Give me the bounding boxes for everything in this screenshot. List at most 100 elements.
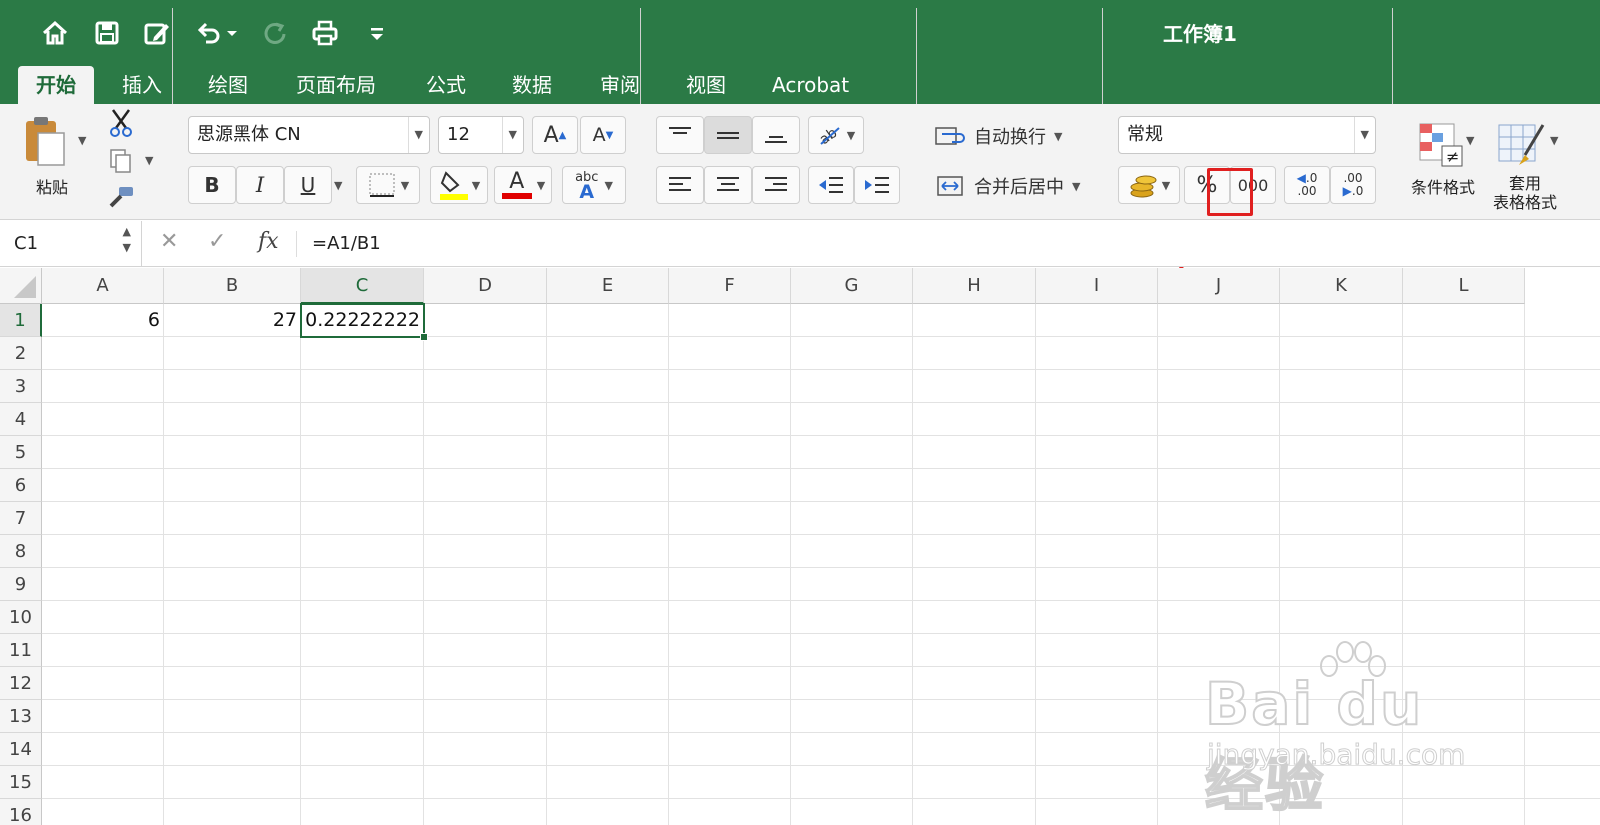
increase-indent-button[interactable] — [854, 166, 900, 204]
select-all-corner[interactable] — [0, 268, 42, 304]
paste-dropdown-icon[interactable]: ▼ — [78, 134, 86, 147]
row-header-4[interactable]: 4 — [0, 403, 42, 436]
number-format-combo[interactable]: 常规 ▼ — [1118, 116, 1376, 154]
increase-decimal-button[interactable]: ◀.0 .00 — [1284, 166, 1330, 204]
grid-line — [546, 304, 547, 825]
formula-input[interactable]: =A1/B1 — [312, 221, 381, 267]
chevron-down-icon[interactable]: ▼ — [501, 117, 517, 153]
italic-button[interactable]: I — [236, 166, 284, 204]
decrease-decimal-button[interactable]: .00 ▶.0 — [1330, 166, 1376, 204]
column-header-g[interactable]: G — [791, 268, 913, 304]
cancel-icon[interactable]: ✕ — [160, 229, 178, 254]
paste-icon[interactable] — [18, 112, 72, 170]
cell-a1[interactable]: 6 — [42, 304, 164, 337]
align-bottom-button[interactable] — [752, 116, 800, 154]
wrap-text-label: 自动换行 — [974, 127, 1046, 148]
wrap-text-button[interactable]: 自动换行 ▼ — [934, 118, 1090, 154]
row-header-11[interactable]: 11 — [0, 634, 42, 667]
underline-dropdown-icon[interactable]: ▼ — [334, 179, 342, 192]
row-header-8[interactable]: 8 — [0, 535, 42, 568]
cell-b1[interactable]: 27 — [164, 304, 301, 337]
column-header-k[interactable]: K — [1280, 268, 1403, 304]
borders-button[interactable]: ▼ — [356, 166, 420, 204]
row-header-16[interactable]: 16 — [0, 799, 42, 825]
row-header-7[interactable]: 7 — [0, 502, 42, 535]
align-center-button[interactable] — [704, 166, 752, 204]
conditional-format-dropdown-icon[interactable]: ▼ — [1466, 134, 1474, 147]
row-header-3[interactable]: 3 — [0, 370, 42, 403]
row-header-6[interactable]: 6 — [0, 469, 42, 502]
fill-color-button[interactable]: ▼ — [430, 166, 488, 204]
column-header-d[interactable]: D — [424, 268, 547, 304]
accounting-format-button[interactable]: ▼ — [1118, 166, 1180, 204]
home-icon[interactable] — [36, 14, 74, 52]
row-header-13[interactable]: 13 — [0, 700, 42, 733]
insert-function-icon[interactable]: fx — [258, 229, 279, 254]
format-painter-icon[interactable] — [106, 182, 136, 212]
decrease-indent-button[interactable] — [808, 166, 854, 204]
confirm-icon[interactable]: ✓ — [208, 229, 226, 254]
chevron-down-icon[interactable]: ▼ — [407, 117, 423, 153]
column-header-f[interactable]: F — [669, 268, 791, 304]
wrap-text-icon — [935, 127, 965, 145]
font-color-button[interactable]: A ▼ — [494, 166, 552, 204]
row-header-15[interactable]: 15 — [0, 766, 42, 799]
orientation-button[interactable]: ab ▼ — [808, 116, 864, 154]
column-header-i[interactable]: I — [1036, 268, 1158, 304]
tab-insert[interactable]: 插入 — [104, 66, 180, 104]
column-header-b[interactable]: B — [164, 268, 301, 304]
fill-handle[interactable] — [420, 333, 428, 341]
grow-font-button[interactable]: A ▲ — [532, 116, 578, 154]
align-middle-button[interactable] — [704, 116, 752, 154]
align-right-button[interactable] — [752, 166, 800, 204]
copy-icon[interactable] — [106, 146, 136, 176]
row-header-1[interactable]: 1 — [0, 304, 42, 337]
underline-button[interactable]: U — [284, 166, 332, 204]
row-header-14[interactable]: 14 — [0, 733, 42, 766]
cut-icon[interactable] — [106, 108, 136, 138]
row-header-5[interactable]: 5 — [0, 436, 42, 469]
chevron-down-icon: ▼ — [400, 178, 410, 192]
save-icon[interactable] — [88, 14, 126, 52]
align-top-button[interactable] — [656, 116, 704, 154]
row-header-9[interactable]: 9 — [0, 568, 42, 601]
table-format-icon[interactable] — [1492, 116, 1552, 174]
chevron-down-icon[interactable]: ▼ — [1353, 117, 1369, 153]
copy-dropdown-icon[interactable]: ▼ — [145, 154, 153, 167]
column-header-l[interactable]: L — [1403, 268, 1525, 304]
phonetic-guide-button[interactable]: abc A ▼ — [562, 166, 626, 204]
customize-icon[interactable] — [358, 14, 396, 52]
column-header-c[interactable]: C — [301, 268, 424, 304]
tab-formulas[interactable]: 公式 — [408, 66, 484, 104]
chevron-down-icon: ▼ — [1072, 179, 1081, 193]
tab-draw[interactable]: 绘图 — [190, 66, 266, 104]
edit-document-icon[interactable] — [138, 14, 176, 52]
tab-home[interactable]: 开始 — [18, 66, 94, 104]
conditional-format-icon[interactable]: ≠ — [1410, 116, 1470, 174]
column-header-h[interactable]: H — [913, 268, 1036, 304]
tab-acrobat[interactable]: Acrobat — [754, 66, 867, 104]
tab-view[interactable]: 视图 — [668, 66, 744, 104]
font-size-combo[interactable]: 12 ▼ — [438, 116, 524, 154]
tab-page-layout[interactable]: 页面布局 — [278, 66, 394, 104]
name-box-stepper-icon[interactable]: ▲ ▼ — [123, 224, 131, 256]
tab-data[interactable]: 数据 — [494, 66, 570, 104]
undo-dropdown-icon[interactable] — [222, 14, 242, 52]
font-name-combo[interactable]: 思源黑体 CN ▼ — [188, 116, 430, 154]
font-color-glyph: A — [509, 169, 525, 194]
merge-center-button[interactable]: 合并后居中 ▼ — [934, 168, 1090, 204]
align-left-button[interactable] — [656, 166, 704, 204]
shrink-font-button[interactable]: A ▼ — [580, 116, 626, 154]
table-format-dropdown-icon[interactable]: ▼ — [1550, 134, 1558, 147]
column-header-j[interactable]: J — [1158, 268, 1280, 304]
print-icon[interactable] — [306, 14, 344, 52]
column-header-e[interactable]: E — [547, 268, 669, 304]
row-header-12[interactable]: 12 — [0, 667, 42, 700]
row-header-2[interactable]: 2 — [0, 337, 42, 370]
tab-review[interactable]: 审阅 — [582, 66, 658, 104]
row-header-10[interactable]: 10 — [0, 601, 42, 634]
column-header-a[interactable]: A — [42, 268, 164, 304]
arrow-up-icon: ▲ — [558, 129, 567, 141]
name-box[interactable]: C1 ▲ ▼ — [0, 221, 142, 267]
bold-button[interactable]: B — [188, 166, 236, 204]
